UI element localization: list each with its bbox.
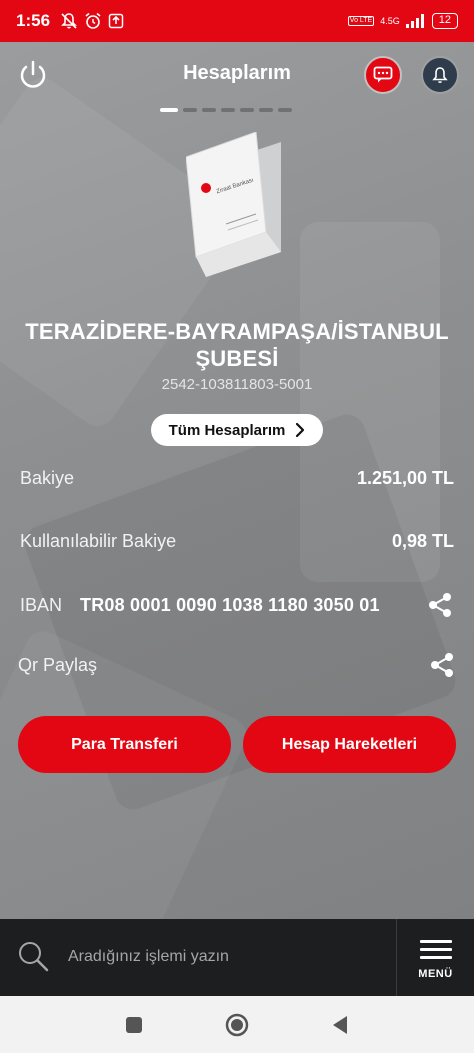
all-accounts-label: Tüm Hesaplarım: [168, 421, 286, 439]
pager-dot[interactable]: [259, 108, 273, 112]
menu-label: MENÜ: [418, 968, 453, 980]
share-iban-icon[interactable]: [426, 591, 454, 619]
money-transfer-label: Para Transferi: [71, 735, 178, 753]
notification-button[interactable]: [421, 56, 459, 94]
system-nav-bar: [0, 996, 474, 1053]
account-transactions-button[interactable]: Hesap Hareketleri: [243, 716, 456, 773]
chat-icon: [373, 66, 393, 83]
balance-label: Bakiye: [20, 468, 75, 488]
chat-button[interactable]: [364, 56, 402, 94]
home-icon[interactable]: [224, 1012, 250, 1038]
bell-icon: [432, 67, 448, 83]
status-time: 1:56: [16, 11, 51, 30]
volte-indicator: Vo LTE: [347, 16, 375, 26]
iban-row: IBAN TR08 0001 0090 1038 1180 3050 01: [20, 591, 454, 619]
pager-dot[interactable]: [202, 108, 216, 112]
mute-notification-icon: [61, 13, 77, 29]
account-number: 2542-103811803-5001: [161, 376, 313, 393]
search-input[interactable]: Aradığınız işlemi yazın: [68, 948, 229, 966]
balance-row: Bakiye 1.251,00 TL: [20, 468, 454, 489]
branch-name: TERAZİDERE-BAYRAMPAŞA/İSTANBUL ŞUBESİ: [25, 319, 449, 371]
alarm-icon: [85, 12, 101, 29]
pager-dot[interactable]: [278, 108, 292, 112]
balance-value: 1.251,00 TL: [356, 468, 454, 488]
qr-share-label: Qr Paylaş: [18, 654, 98, 675]
signal-icon: [405, 14, 424, 28]
pager-dot-active[interactable]: [160, 108, 178, 112]
chevron-right-icon: [296, 422, 305, 438]
pager-dot[interactable]: [240, 108, 254, 112]
account-booklet-image: Ziraat Bankası: [186, 132, 281, 277]
status-icons-right: Vo LTE 4.5G 12: [347, 13, 458, 29]
share-qr-icon[interactable]: [428, 651, 456, 679]
search-bar: Aradığınız işlemi yazın MENÜ: [0, 919, 474, 996]
menu-button[interactable]: MENÜ: [397, 919, 474, 996]
qr-share-row[interactable]: Qr Paylaş: [18, 651, 456, 679]
all-accounts-button[interactable]: Tüm Hesaplarım: [151, 414, 323, 446]
hamburger-icon: [419, 935, 452, 964]
iban-value: TR08 0001 0090 1038 1180 3050 01: [80, 594, 380, 615]
available-balance-value: 0,98 TL: [391, 531, 454, 551]
pager-dot[interactable]: [183, 108, 197, 112]
status-icons-left: [60, 12, 124, 30]
account-pager[interactable]: [160, 108, 292, 112]
header: Hesaplarım: [0, 42, 474, 108]
app-notification-icon: [108, 13, 124, 29]
available-balance-label: Kullanılabilir Bakiye: [20, 531, 177, 551]
pager-dot[interactable]: [221, 108, 235, 112]
status-bar: 1:56 Vo LTE 4.5G 12: [0, 0, 474, 42]
available-balance-row: Kullanılabilir Bakiye 0,98 TL: [20, 531, 454, 552]
main-content: Hesaplarım Ziraat Bankası TERAZİDERE-BAY…: [0, 42, 474, 919]
money-transfer-button[interactable]: Para Transferi: [18, 716, 231, 773]
back-icon[interactable]: [330, 1014, 350, 1036]
search-icon[interactable]: [16, 939, 50, 973]
page-title: Hesaplarım: [183, 62, 291, 84]
network-type: 4.5G: [380, 16, 400, 26]
battery-indicator: 12: [431, 13, 458, 29]
recents-icon[interactable]: [124, 1015, 144, 1035]
account-transactions-label: Hesap Hareketleri: [281, 735, 418, 753]
iban-label: IBAN: [20, 594, 63, 615]
